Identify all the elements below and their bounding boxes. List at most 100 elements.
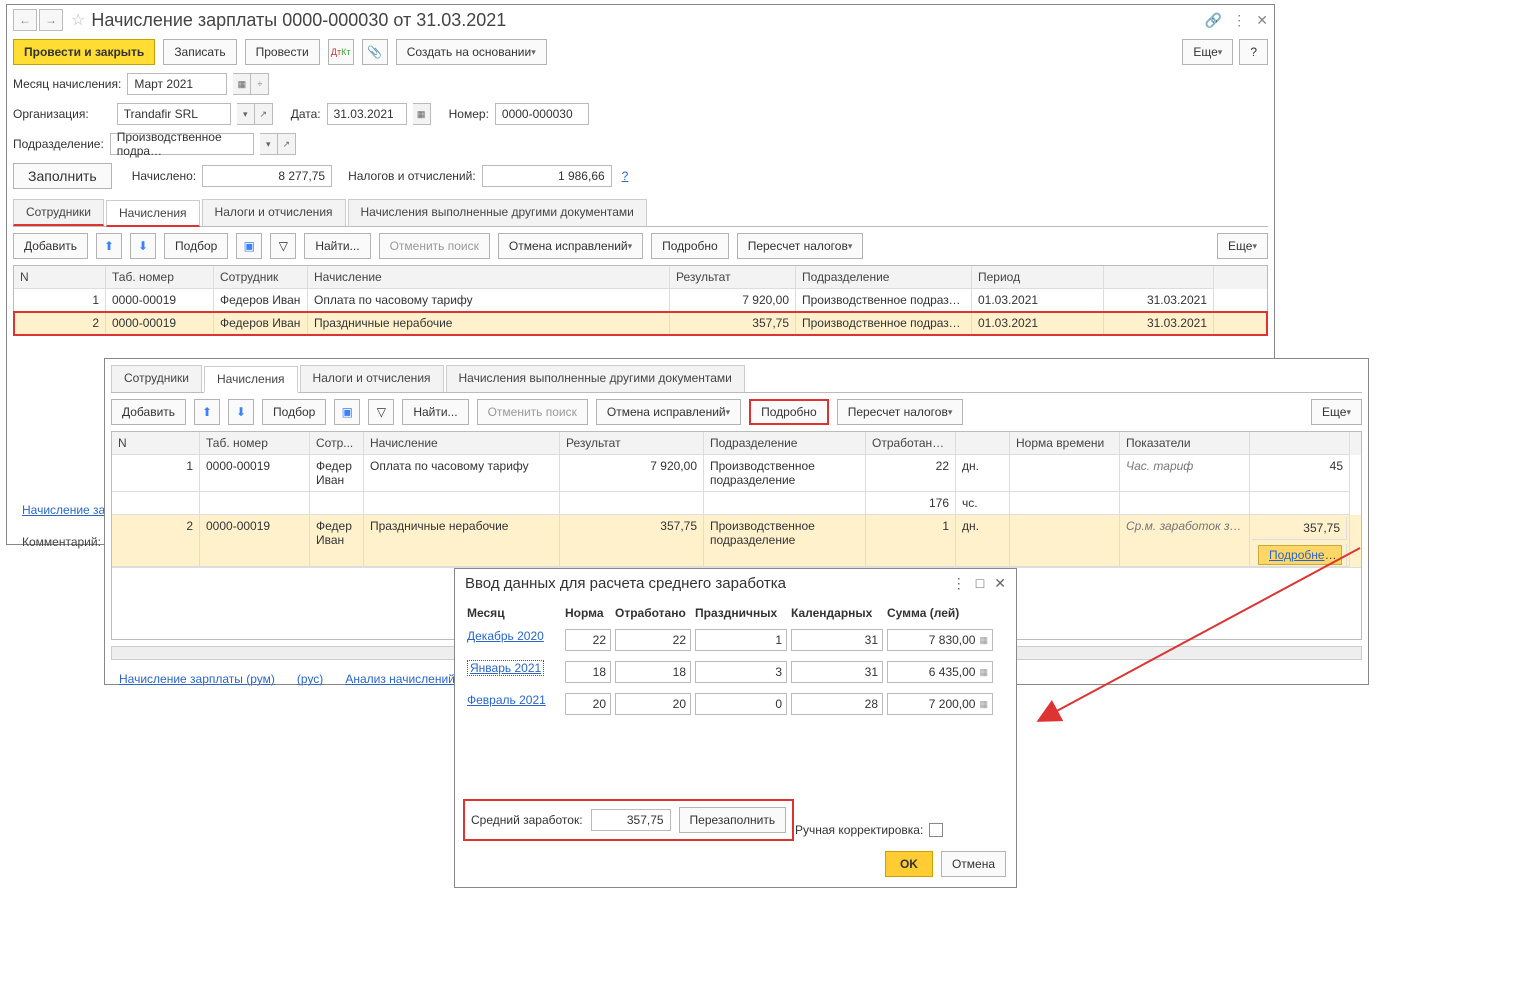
taxes-value: 1 986,66 bbox=[482, 165, 612, 187]
move-up-button[interactable]: ⬆ bbox=[194, 399, 220, 425]
payroll-rus-link[interactable]: (рус) bbox=[293, 672, 327, 686]
close-icon[interactable]: ✕ bbox=[1256, 12, 1268, 29]
open-icon[interactable]: ↗ bbox=[255, 103, 273, 125]
fill-icon[interactable]: ▣ bbox=[236, 233, 262, 259]
month-link[interactable]: Январь 2021 bbox=[467, 660, 544, 676]
tab-other-docs[interactable]: Начисления выполненные другими документа… bbox=[348, 199, 647, 226]
recalc-button[interactable]: Пересчет налогов bbox=[737, 233, 864, 259]
move-down-button[interactable]: ⬇ bbox=[130, 233, 156, 259]
payroll-rom-link[interactable]: Начисление зарплаты (рум) bbox=[115, 672, 279, 686]
find-button[interactable]: Найти... bbox=[402, 399, 468, 425]
close-icon[interactable]: ✕ bbox=[994, 575, 1006, 592]
create-based-button[interactable]: Создать на основании bbox=[396, 39, 547, 65]
avg-value[interactable]: 357,75 bbox=[591, 809, 671, 831]
help-link[interactable]: ? bbox=[622, 169, 629, 183]
norm-input[interactable]: 18 bbox=[565, 661, 611, 683]
sum-input[interactable]: 6 435,00▦ bbox=[887, 661, 993, 683]
manual-checkbox[interactable] bbox=[929, 823, 943, 837]
attach-icon[interactable]: 📎 bbox=[362, 39, 388, 65]
number-input[interactable]: 0000-000030 bbox=[495, 103, 589, 125]
modal-table: Месяц Норма Отработано Праздничных Кален… bbox=[465, 602, 1006, 720]
find-button[interactable]: Найти... bbox=[304, 233, 370, 259]
add-button[interactable]: Добавить bbox=[111, 399, 186, 425]
norm-input[interactable]: 22 bbox=[565, 629, 611, 651]
more-button[interactable]: Еще bbox=[1182, 39, 1233, 65]
cancel-button[interactable]: Отмена bbox=[941, 851, 1006, 877]
department-input[interactable]: Производственное подра… bbox=[110, 133, 254, 155]
stepper-icon[interactable]: ÷ bbox=[251, 73, 269, 95]
filter-icon[interactable]: ▽ bbox=[368, 399, 394, 425]
maximize-icon[interactable]: □ bbox=[976, 575, 984, 592]
indicator-value: 357,75 bbox=[1252, 517, 1347, 540]
calendar-icon[interactable]: ▦ bbox=[413, 103, 431, 125]
open-icon[interactable]: ↗ bbox=[278, 133, 296, 155]
star-icon[interactable]: ☆ bbox=[71, 10, 85, 30]
fill-button[interactable]: Заполнить bbox=[13, 163, 112, 189]
tab-employees[interactable]: Сотрудники bbox=[13, 199, 104, 226]
month-link[interactable]: Декабрь 2020 bbox=[467, 629, 544, 643]
chevron-down-icon[interactable]: ▾ bbox=[237, 103, 255, 125]
add-button[interactable]: Добавить bbox=[13, 233, 88, 259]
recalc-button[interactable]: Пересчет налогов bbox=[837, 399, 964, 425]
calendar-input[interactable]: 31 bbox=[791, 661, 883, 683]
table-row-sub[interactable]: 176 чс. bbox=[112, 492, 1361, 515]
refill-button[interactable]: Перезаполнить bbox=[679, 807, 787, 833]
link-icon[interactable]: 🔗 bbox=[1205, 12, 1222, 29]
table-row-selected[interactable]: 2 0000-00019 Федеров Иван Праздничные не… bbox=[14, 312, 1267, 335]
kebab-icon[interactable]: ⋮ bbox=[952, 575, 966, 592]
table-row-selected[interactable]: 2 0000-00019 Федер Иван Праздничные нера… bbox=[112, 515, 1361, 567]
move-down-button[interactable]: ⬇ bbox=[228, 399, 254, 425]
sum-input[interactable]: 7 830,00▦ bbox=[887, 629, 993, 651]
dtkt-icon[interactable]: ДтКт bbox=[328, 39, 354, 65]
chevron-down-icon[interactable]: ▾ bbox=[260, 133, 278, 155]
detail-button-highlighted[interactable]: Подробно bbox=[749, 399, 829, 425]
worked-input[interactable]: 18 bbox=[615, 661, 691, 683]
col-period2 bbox=[1104, 266, 1214, 289]
save-button[interactable]: Записать bbox=[163, 39, 236, 65]
pick-button[interactable]: Подбор bbox=[262, 399, 326, 425]
sum-input[interactable]: 7 200,00▦ bbox=[887, 693, 993, 715]
pick-button[interactable]: Подбор bbox=[164, 233, 228, 259]
calendar-input[interactable]: 31 bbox=[791, 629, 883, 651]
date-input[interactable]: 31.03.2021 bbox=[327, 103, 407, 125]
ok-button[interactable]: OK bbox=[885, 851, 933, 877]
table-more-button[interactable]: Еще bbox=[1217, 233, 1268, 259]
table-row[interactable]: 1 0000-00019 Федеров Иван Оплата по часо… bbox=[14, 289, 1267, 312]
payroll-link-fragment[interactable]: Начисление за bbox=[22, 503, 105, 517]
tab-taxes[interactable]: Налоги и отчисления bbox=[300, 365, 444, 392]
tab-accruals[interactable]: Начисления bbox=[106, 200, 200, 227]
tab-employees[interactable]: Сотрудники bbox=[111, 365, 202, 392]
table-more-button[interactable]: Еще bbox=[1311, 399, 1362, 425]
holidays-input[interactable]: 1 bbox=[695, 629, 787, 651]
post-button[interactable]: Провести bbox=[245, 39, 320, 65]
cancel-fixes-button[interactable]: Отмена исправлений bbox=[596, 399, 741, 425]
tab-accruals[interactable]: Начисления bbox=[204, 366, 298, 393]
help-button[interactable]: ? bbox=[1239, 39, 1268, 65]
title-bar: ← → ☆ Начисление зарплаты 0000-000030 от… bbox=[7, 5, 1274, 35]
tab-taxes[interactable]: Налоги и отчисления bbox=[202, 199, 346, 226]
table-row[interactable]: 1 0000-00019 Федер Иван Оплата по часово… bbox=[112, 455, 1361, 492]
calendar-icon[interactable]: ▦ bbox=[233, 73, 251, 95]
holidays-input[interactable]: 3 bbox=[695, 661, 787, 683]
month-input[interactable]: Март 2021 bbox=[127, 73, 227, 95]
worked-input[interactable]: 20 bbox=[615, 693, 691, 715]
tab-other-docs[interactable]: Начисления выполненные другими документа… bbox=[446, 365, 745, 392]
fill-icon[interactable]: ▣ bbox=[334, 399, 360, 425]
more-detail-button[interactable]: Подробнее bbox=[1258, 545, 1342, 565]
move-up-button[interactable]: ⬆ bbox=[96, 233, 122, 259]
kebab-icon[interactable]: ⋮ bbox=[1232, 12, 1246, 29]
filter-icon[interactable]: ▽ bbox=[270, 233, 296, 259]
holidays-input[interactable]: 0 bbox=[695, 693, 787, 715]
cancel-fixes-button[interactable]: Отмена исправлений bbox=[498, 233, 643, 259]
worked-input[interactable]: 22 bbox=[615, 629, 691, 651]
norm-input[interactable]: 20 bbox=[565, 693, 611, 715]
calendar-input[interactable]: 28 bbox=[791, 693, 883, 715]
nav-back-button[interactable]: ← bbox=[13, 9, 37, 31]
month-label: Месяц начисления: bbox=[13, 77, 121, 91]
month-link[interactable]: Февраль 2021 bbox=[467, 693, 546, 707]
org-input[interactable]: Trandafir SRL bbox=[117, 103, 231, 125]
analysis-link[interactable]: Анализ начислений bbox=[341, 672, 459, 686]
nav-forward-button[interactable]: → bbox=[39, 9, 63, 31]
post-and-close-button[interactable]: Провести и закрыть bbox=[13, 39, 155, 65]
detail-button[interactable]: Подробно bbox=[651, 233, 729, 259]
